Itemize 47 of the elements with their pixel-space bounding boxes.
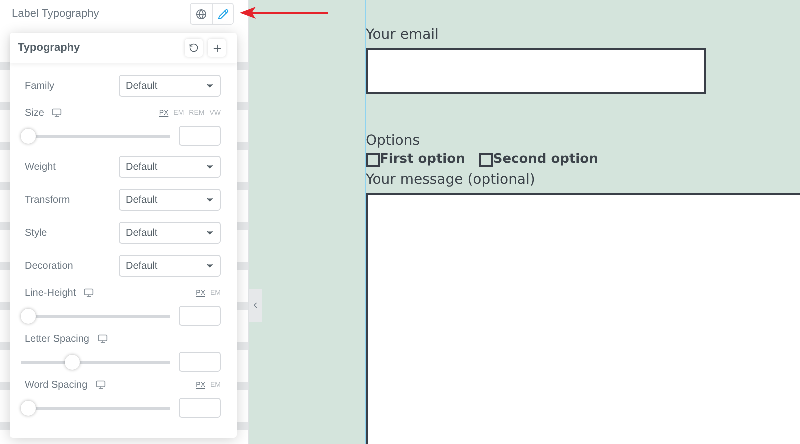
field-label: Weight (25, 162, 57, 172)
field-label: Your email (366, 26, 440, 44)
field-label: Your message (optional) (366, 171, 536, 189)
checkbox[interactable] (479, 152, 494, 166)
field-label: Transform (25, 194, 72, 206)
popup-title: Typography (18, 42, 82, 54)
checkbox-label: Second option (493, 152, 598, 167)
add-icon (212, 42, 222, 54)
field-label: Decoration (25, 260, 74, 272)
field-label: Word Spacing (25, 380, 88, 390)
reset-button[interactable] (185, 39, 203, 57)
field-label: Style (25, 228, 48, 238)
select-dropdown[interactable]: Default (119, 75, 221, 97)
globe-icon (196, 8, 207, 20)
field-label: Family (25, 80, 56, 92)
arrow-icon (240, 7, 330, 19)
section-title: Label Typography (12, 8, 100, 20)
message-field[interactable] (366, 193, 800, 444)
select-dropdown[interactable]: Default (119, 189, 221, 211)
monitor-icon (98, 334, 108, 344)
slider-thumb[interactable] (21, 400, 36, 416)
number-field[interactable] (179, 306, 221, 326)
slider-thumb[interactable] (65, 354, 80, 370)
pencil-icon (218, 8, 228, 20)
checkbox[interactable] (366, 152, 380, 166)
slider-thumb[interactable] (21, 308, 36, 324)
number-field[interactable] (179, 126, 221, 146)
monitor-icon (96, 380, 106, 390)
monitor-icon (52, 108, 62, 118)
email-field[interactable] (366, 48, 706, 94)
checkbox-label: First option (380, 152, 466, 167)
slider-thumb[interactable] (21, 128, 36, 144)
field-label: Size (25, 108, 44, 118)
number-field[interactable] (179, 352, 221, 372)
number-field[interactable] (179, 398, 221, 418)
select-dropdown[interactable]: Default (119, 222, 221, 244)
field-label: Letter Spacing (25, 334, 90, 344)
chevron-left-icon (251, 301, 260, 310)
select-dropdown[interactable]: Default (119, 255, 221, 277)
collapse-handle[interactable] (249, 289, 262, 322)
select-dropdown[interactable]: Default (119, 156, 221, 178)
field-label: Options (366, 132, 422, 150)
monitor-icon (84, 288, 94, 298)
field-label: Line-Height (25, 288, 76, 298)
add-button[interactable] (208, 39, 226, 57)
edit-button[interactable] (212, 4, 233, 24)
reset-icon (189, 43, 199, 53)
